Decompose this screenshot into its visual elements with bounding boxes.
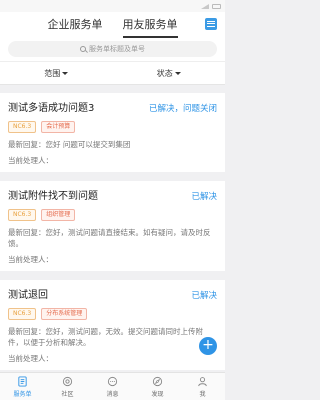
ticket-title: 测试多语成功问题3 [8,103,95,114]
ticket-status: 已解决 [191,291,217,301]
chevron-down-icon [174,71,181,75]
scope-filter-label: 范围 [44,68,61,78]
message-icon [107,376,118,386]
signal-icon [201,3,209,9]
filter-bar: 范围 状态 [0,61,225,85]
status-bar [0,0,225,12]
tab-enterprise-tickets[interactable]: 企业服务单 [48,12,103,38]
nav-label: 发现 [151,390,164,398]
module-tag: 会计预算 [41,121,76,133]
nav-item-me[interactable]: 我 [180,373,225,400]
status-filter[interactable]: 状态 [113,68,226,79]
current-handler: 当前处理人： [8,255,53,264]
status-bar-right [201,3,221,9]
ticket-card[interactable]: 测试附件找不到问题 已解决 NC6.3 组织管理 最新回复：您好，测试问题请直接… [0,181,225,271]
ticket-title: 测试附件找不到问题 [8,191,98,202]
latest-reply: 最新回复：您好 问题可以提交到集团 [8,140,131,149]
service-tabs: 企业服务单 用友服务单 [0,12,225,38]
nav-label: 社区 [61,390,74,398]
list-menu-icon[interactable] [205,18,217,30]
bottom-nav: 服务单 社区 消息 发现 我 [0,372,225,400]
search-bar: 服务单标题及单号 [0,38,225,61]
module-tag: 组织管理 [41,209,76,221]
current-handler: 当前处理人： [8,156,53,165]
search-input[interactable]: 服务单标题及单号 [8,41,217,57]
nav-label: 我 [199,390,206,398]
person-icon [198,376,207,386]
ticket-status: 已解决 [191,192,217,202]
ticket-list: 测试多语成功问题3 已解决，问题关闭 NC6.3 会计预算 最新回复：您好 问题… [0,85,225,370]
tab-yonyou-tickets[interactable]: 用友服务单 [122,12,178,38]
status-filter-label: 状态 [156,68,173,78]
nav-item-discover[interactable]: 发现 [135,373,180,400]
compass-icon [152,376,163,386]
current-handler: 当前处理人： [8,354,53,363]
latest-reply: 最新回复：您好，测试问题，无效。提交问题请同时上传附件，以便于分析和解决。 [8,327,203,347]
search-icon [80,46,86,52]
nav-item-messages[interactable]: 消息 [90,373,135,400]
add-ticket-button[interactable]: + [199,337,217,355]
ticket-icon [18,375,27,387]
ticket-title: 测试退回 [8,290,48,301]
nav-item-tickets[interactable]: 服务单 [0,373,45,400]
scope-filter[interactable]: 范围 [0,68,113,79]
nav-item-community[interactable]: 社区 [45,373,90,400]
ticket-card[interactable]: 测试退回 已解决 NC6.3 分布系统管理 最新回复：您好，测试问题，无效。提交… [0,280,225,370]
community-icon [62,376,73,386]
nav-label: 消息 [106,390,119,398]
ticket-status: 已解决，问题关闭 [148,104,217,114]
version-tag: NC6.3 [8,308,37,320]
version-tag: NC6.3 [8,209,37,221]
nav-label: 服务单 [13,390,32,398]
latest-reply: 最新回复：您好，测试问题请直接结束。如有疑问，请及时反馈。 [8,228,211,248]
ticket-card[interactable]: 测试多语成功问题3 已解决，问题关闭 NC6.3 会计预算 最新回复：您好 问题… [0,93,225,172]
module-tag: 分布系统管理 [41,308,88,320]
chevron-down-icon [62,71,69,75]
version-tag: NC6.3 [8,121,37,133]
battery-icon [212,3,221,9]
search-placeholder: 服务单标题及单号 [89,45,145,53]
